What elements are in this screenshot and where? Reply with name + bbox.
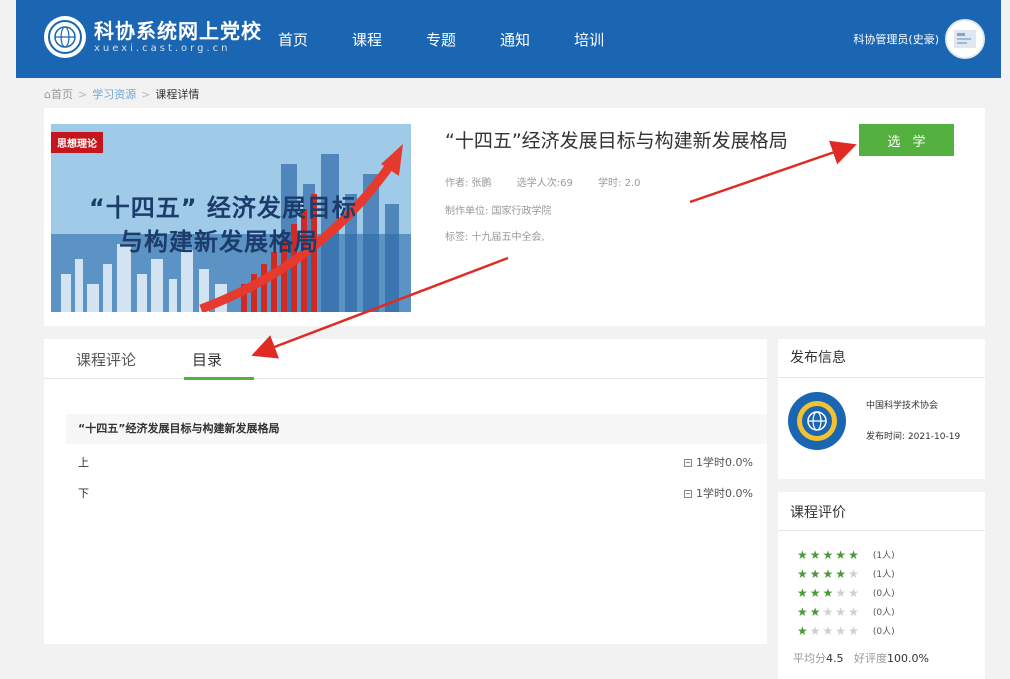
breadcrumb-current: 课程详情	[155, 88, 200, 101]
party-school-emblem-icon	[44, 16, 86, 58]
user-name[interactable]: 科协管理员(史豪)	[853, 31, 939, 47]
user-menu[interactable]: 科协管理员(史豪)	[853, 19, 985, 59]
catalog-item-label[interactable]: 上	[78, 456, 89, 469]
course-tags: 标签: 十九届五中全会,	[445, 232, 545, 243]
breadcrumb-separator: >	[141, 87, 151, 101]
user-avatar-icon	[954, 30, 976, 48]
publish-time: 发布时间: 2021-10-19	[866, 432, 961, 442]
top-header-bar: 科协系统网上党校 xuexi.cast.org.cn 首页 课程 专题 通知 培…	[16, 0, 1001, 78]
catalog-item[interactable]: 下 1学时0.0%	[78, 485, 753, 505]
select-course-button[interactable]: 选学	[859, 124, 954, 156]
star-icon: ★	[822, 547, 834, 562]
star-icon: ★	[848, 547, 859, 562]
star-icon: ★	[797, 623, 808, 638]
rating-row-4: ★ ★ ★ ★ ★ (1人)	[797, 566, 895, 581]
catalog-item[interactable]: 上 1学时0.0%	[78, 454, 753, 474]
star-empty-icon: ★	[822, 604, 834, 619]
nav-home[interactable]: 首页	[278, 29, 308, 50]
star-icon: ★	[797, 604, 808, 619]
rating-count: (0人)	[872, 589, 895, 599]
publish-info-heading: 发布信息	[790, 350, 846, 366]
course-producer: 制作单位: 国家行政学院	[445, 206, 552, 217]
nav-notices[interactable]: 通知	[500, 29, 530, 50]
good-rate-value: 100.0%	[887, 652, 929, 665]
rating-count: (0人)	[872, 608, 895, 618]
star-icon: ★	[835, 547, 847, 562]
star-icon: ★	[797, 585, 808, 600]
site-logo[interactable]: 科协系统网上党校 xuexi.cast.org.cn	[44, 16, 262, 58]
tab-course-comments[interactable]: 课程评论	[76, 349, 136, 370]
cast-logo-icon	[788, 392, 846, 450]
divider	[778, 377, 985, 378]
tab-catalog[interactable]: 目录	[192, 349, 222, 370]
star-icon: ★	[797, 547, 808, 562]
rating-row-5: ★ ★ ★ ★ ★ (1人)	[797, 547, 895, 562]
course-title: “十四五”经济发展目标与构建新发展格局	[445, 130, 788, 152]
rating-row-2: ★ ★ ★ ★ ★ (0人)	[797, 604, 895, 619]
divider	[778, 530, 985, 531]
course-info-card: 思想理论 “十四五” 经济发展目标 与构建新发展格局 “十四五”经济发展目标与构…	[44, 108, 985, 326]
collapse-box-icon	[684, 490, 693, 498]
star-empty-icon: ★	[848, 585, 859, 600]
course-author: 作者: 张鹏	[445, 178, 492, 189]
catalog-item-status: 1学时0.0%	[696, 456, 753, 469]
breadcrumb-separator: >	[77, 87, 88, 101]
rating-count: (0人)	[872, 627, 895, 637]
star-icon: ★	[809, 566, 821, 581]
nav-courses[interactable]: 课程	[352, 29, 382, 50]
active-tab-indicator	[184, 377, 254, 380]
star-empty-icon: ★	[848, 604, 859, 619]
good-rate-label: 好评度	[854, 652, 887, 665]
rating-heading: 课程评价	[790, 505, 846, 521]
star-icon: ★	[822, 566, 834, 581]
star-empty-icon: ★	[835, 604, 847, 619]
rating-count: (1人)	[872, 551, 895, 561]
catalog-heading: “十四五”经济发展目标与构建新发展格局	[66, 414, 767, 444]
star-icon: ★	[822, 585, 834, 600]
site-title: 科协系统网上党校	[94, 19, 262, 43]
star-empty-icon: ★	[809, 623, 821, 638]
nav-topics[interactable]: 专题	[426, 29, 456, 50]
star-empty-icon: ★	[848, 566, 859, 581]
publish-info-card: 发布信息 中国科学技术协会 发布时间: 2021-10-19	[778, 339, 985, 479]
star-empty-icon: ★	[848, 623, 859, 638]
publisher-name: 中国科学技术协会	[866, 401, 939, 411]
home-icon: ⌂	[44, 87, 51, 101]
course-content-card: 课程评论 目录 “十四五”经济发展目标与构建新发展格局 上 1学时0.0% 下 …	[44, 339, 767, 644]
star-icon: ★	[809, 547, 821, 562]
avg-score-label: 平均分	[793, 652, 826, 665]
collapse-box-icon	[684, 459, 693, 467]
star-empty-icon: ★	[835, 585, 847, 600]
course-enrolled: 选学人次:69	[516, 178, 573, 189]
avatar[interactable]	[945, 19, 985, 59]
course-meta-row: 作者: 张鹏 选学人次:69 学时: 2.0	[445, 174, 662, 189]
breadcrumb: ⌂ 首页 > 学习资源 > 课程详情	[44, 86, 199, 102]
tab-bar: 课程评论 目录	[44, 339, 767, 380]
nav-training[interactable]: 培训	[574, 29, 604, 50]
breadcrumb-learning-resources[interactable]: 学习资源	[92, 86, 136, 102]
course-hours: 学时: 2.0	[598, 178, 641, 189]
star-empty-icon: ★	[835, 623, 847, 638]
catalog-item-label[interactable]: 下	[78, 487, 89, 500]
star-icon: ★	[809, 585, 821, 600]
star-icon: ★	[835, 566, 847, 581]
star-icon: ★	[809, 604, 821, 619]
course-cover-image[interactable]: 思想理论 “十四五” 经济发展目标 与构建新发展格局	[51, 124, 411, 312]
rating-row-1: ★ ★ ★ ★ ★ (0人)	[797, 623, 895, 638]
breadcrumb-home[interactable]: 首页	[51, 86, 73, 102]
rating-summary: 平均分4.5 好评度100.0%	[793, 650, 929, 666]
course-rating-card: 课程评价 ★ ★ ★ ★ ★ (1人) ★ ★ ★ ★ ★ (1人) ★ ★ ★ ★ ★ (0人) ★ ★ ★ ★ ★…	[778, 492, 985, 679]
rating-row-3: ★ ★ ★ ★ ★ (0人)	[797, 585, 895, 600]
catalog-item-status: 1学时0.0%	[696, 487, 753, 500]
star-icon: ★	[797, 566, 808, 581]
site-subtitle: xuexi.cast.org.cn	[94, 43, 231, 54]
cover-title-line2: 与构建新发展格局	[119, 228, 319, 256]
cover-title-line1: “十四五” 经济发展目标	[89, 194, 357, 222]
star-empty-icon: ★	[822, 623, 834, 638]
course-category-badge: 思想理论	[51, 132, 103, 153]
rating-count: (1人)	[872, 570, 895, 580]
avg-score-value: 4.5	[826, 652, 844, 665]
main-nav: 首页 课程 专题 通知 培训	[278, 0, 648, 78]
